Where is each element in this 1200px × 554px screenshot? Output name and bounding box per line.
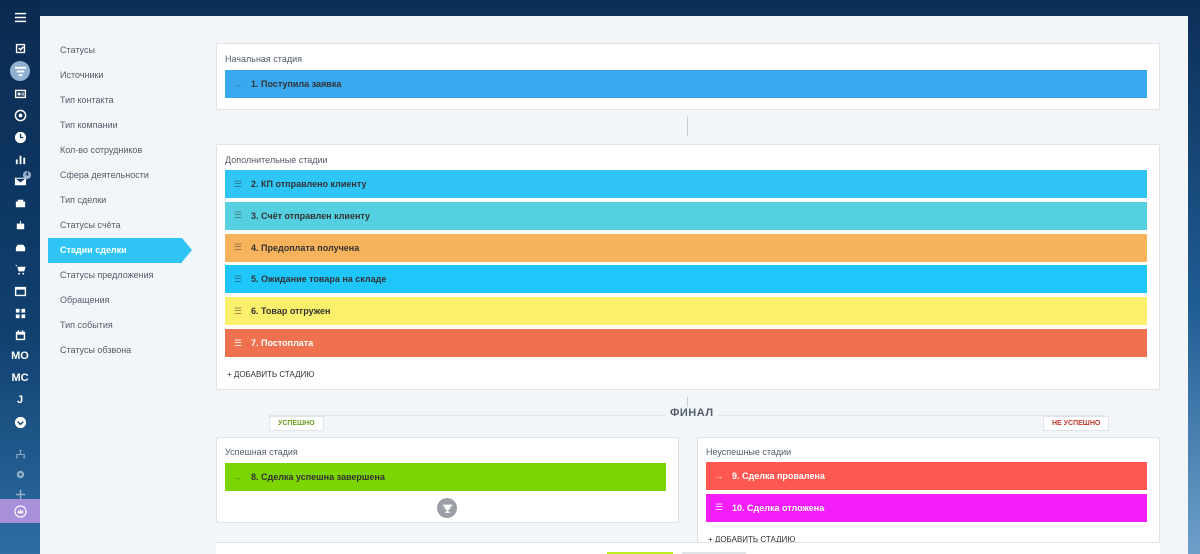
settings-icon[interactable] <box>0 463 40 485</box>
stage-label[interactable]: 1. Поступила заявка <box>251 79 341 89</box>
clock-icon[interactable] <box>0 126 40 148</box>
group-avatar-mo[interactable]: МО <box>0 345 40 367</box>
failed-stages-box: Неуспешные стадии → 9. Сделка провалена ☰ 1… <box>697 437 1160 554</box>
submenu-item[interactable]: Стадии сделки <box>48 238 192 263</box>
calendar-icon[interactable] <box>0 324 40 346</box>
left-icon-rail: 4 МО МС J <box>0 0 40 554</box>
stage-label[interactable]: 2. КП отправлено клиенту <box>251 179 366 189</box>
apps-icon[interactable] <box>0 302 40 324</box>
submenu-item[interactable]: Статусы счёта <box>48 213 218 238</box>
stage-label[interactable]: 5. Ожидание товара на складе <box>251 274 386 284</box>
arrow-icon: → <box>233 79 243 89</box>
submenu-item[interactable]: Тип контакта <box>48 88 218 113</box>
stage-label[interactable]: 8. Сделка успешна завершена <box>251 472 385 482</box>
initial-stage-box: Начальная стадия → 1. Поступила заявка <box>216 43 1160 110</box>
contacts-icon[interactable] <box>0 82 40 104</box>
tasks-icon[interactable] <box>0 37 40 59</box>
robot-icon[interactable] <box>0 214 40 236</box>
stage-row[interactable]: ☰ 4. Предоплата получена <box>225 233 1147 262</box>
stage-row[interactable]: ☰ 6. Товар отгружен <box>225 297 1147 326</box>
crown-icon[interactable] <box>0 499 40 523</box>
submenu-item[interactable]: Тип события <box>48 313 218 338</box>
add-stage-button[interactable]: + ДОБАВИТЬ СТАДИЮ <box>227 370 314 379</box>
stage-row[interactable]: ☰ 2. КП отправлено клиенту <box>225 170 1147 198</box>
trophy-icon <box>437 498 457 518</box>
submenu-item[interactable]: Тип сделки <box>48 188 218 213</box>
arrow-icon: → <box>233 472 243 482</box>
stage-row[interactable]: ☰ 5. Ожидание товара на складе <box>225 265 1147 294</box>
additional-stages-box: Дополнительные стадии ☰ 2. КП отправлено … <box>216 144 1160 390</box>
stage-row[interactable]: ☰ 7. Постоплата <box>225 329 1147 357</box>
fail-pill: НЕ УСПЕШНО <box>1043 416 1110 431</box>
submenu-item[interactable]: Источники <box>48 63 218 88</box>
group-avatar-j[interactable]: J <box>0 389 40 411</box>
submenu-item[interactable]: Тип компании <box>48 113 218 138</box>
drag-handle-icon[interactable]: ☰ <box>225 306 251 317</box>
bar-chart-icon[interactable] <box>0 148 40 170</box>
success-pill: УСПЕШНО <box>269 416 324 431</box>
stage-label[interactable]: 3. Счёт отправлен клиенту <box>251 211 370 221</box>
additional-stages-title: Дополнительные стадии <box>225 155 328 165</box>
drag-handle-icon[interactable]: ☰ <box>225 338 251 349</box>
stage-label[interactable]: 9. Сделка провалена <box>732 471 825 481</box>
stage-row[interactable]: ☰ 3. Счёт отправлен клиенту <box>225 201 1147 230</box>
submenu-item[interactable]: Обращения <box>48 288 218 313</box>
connector-line-final <box>687 397 688 407</box>
stage-label[interactable]: 4. Предоплата получена <box>251 243 359 253</box>
drag-handle-icon[interactable]: ☰ <box>225 210 251 221</box>
stage-label[interactable]: 10. Сделка отложена <box>732 503 824 513</box>
submenu-item[interactable]: Сфера деятельности <box>48 163 218 188</box>
stage-row[interactable]: ☰ 10. Сделка отложена <box>706 493 1147 522</box>
browser-icon[interactable] <box>0 280 40 302</box>
expand-icon[interactable] <box>0 411 40 433</box>
stage-label[interactable]: 6. Товар отгружен <box>251 306 330 316</box>
car-icon[interactable] <box>0 236 40 258</box>
final-title: ФИНАЛ <box>666 407 718 419</box>
mail-icon[interactable]: 4 <box>0 170 40 192</box>
success-stage-box: Успешная стадия → 8. Сделка успешна заве… <box>216 437 679 523</box>
submenu-item[interactable]: Статусы предложения <box>48 263 218 288</box>
submenu-item[interactable]: Статусы <box>48 38 218 63</box>
settings-panel: Статусы Источники Тип контакта Тип компании… <box>40 16 1188 554</box>
drag-handle-icon[interactable]: ☰ <box>225 242 251 253</box>
success-stage-title: Успешная стадия <box>225 447 298 457</box>
drag-handle-icon[interactable]: ☰ <box>225 274 251 285</box>
stage-row[interactable]: → 1. Поступила заявка <box>225 70 1147 98</box>
stage-row[interactable]: → 8. Сделка успешна завершена <box>225 463 666 491</box>
crm-filter-icon[interactable] <box>0 60 40 82</box>
cart-icon[interactable] <box>0 258 40 280</box>
mail-badge: 4 <box>23 171 31 179</box>
arrow-icon: → <box>714 471 724 481</box>
sitemap-icon[interactable] <box>0 443 40 465</box>
menu-icon[interactable] <box>0 6 40 28</box>
drag-handle-icon[interactable]: ☰ <box>225 179 251 190</box>
group-avatar-mc[interactable]: МС <box>0 367 40 389</box>
submenu-item[interactable]: Статусы обзвона <box>48 338 218 363</box>
failed-stages-title: Неуспешные стадии <box>706 447 792 457</box>
drag-handle-icon[interactable]: ☰ <box>706 502 732 513</box>
initial-stage-title: Начальная стадия <box>225 54 302 64</box>
stage-label[interactable]: 7. Постоплата <box>251 338 313 348</box>
analytics-icon[interactable] <box>0 104 40 126</box>
stage-row[interactable]: → 9. Сделка провалена <box>706 462 1147 490</box>
submenu-item[interactable]: Кол-во сотрудников <box>48 138 218 163</box>
deals-icon[interactable] <box>0 192 40 214</box>
connector-line <box>687 116 688 136</box>
crm-settings-submenu: Статусы Источники Тип контакта Тип компании… <box>48 38 218 363</box>
